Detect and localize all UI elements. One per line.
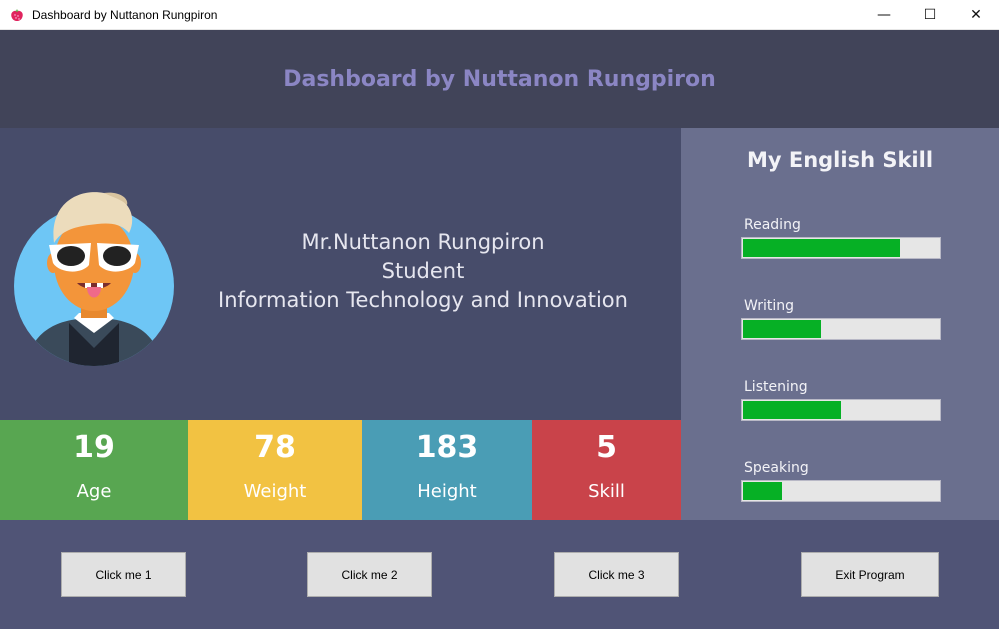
strawberry-icon <box>9 7 25 23</box>
skill-speaking-progress <box>741 480 941 502</box>
skill-writing-progress <box>741 318 941 340</box>
minimize-button[interactable]: — <box>861 0 907 30</box>
profile-panel: Mr.Nuttanon Rungpiron Student Informatio… <box>0 128 681 420</box>
skill-listening-progress <box>741 399 941 421</box>
stat-height-tile: 183 Height <box>362 420 532 520</box>
dashboard-header: Dashboard by Nuttanon Rungpiron <box>0 30 999 128</box>
english-skill-panel: My English Skill Reading Writing Listeni… <box>681 128 999 520</box>
stat-age-label: Age <box>76 481 112 502</box>
skill-reading-label: Reading <box>744 217 801 233</box>
skills-title: My English Skill <box>746 148 934 172</box>
profile-role: Student <box>381 259 465 283</box>
stat-skill-value: 5 <box>596 430 617 465</box>
button-bar: Click me 1 Click me 2 Click me 3 Exit Pr… <box>0 520 999 629</box>
skill-writing-label: Writing <box>744 298 794 314</box>
click-me-1-button[interactable]: Click me 1 <box>61 552 186 597</box>
skill-speaking-fill <box>743 482 783 500</box>
profile-info: Mr.Nuttanon Rungpiron Student Informatio… <box>180 228 666 315</box>
stat-height-value: 183 <box>415 430 479 465</box>
stat-weight-label: Weight <box>243 481 307 502</box>
skill-listening-fill <box>743 401 841 419</box>
window-titlebar: Dashboard by Nuttanon Rungpiron — ☐ ✕ <box>0 0 999 30</box>
skill-listening-label: Listening <box>744 379 808 395</box>
stat-weight-value: 78 <box>254 430 296 465</box>
skill-reading-progress <box>741 237 941 259</box>
close-button[interactable]: ✕ <box>953 0 999 30</box>
stat-skill-tile: 5 Skill <box>532 420 681 520</box>
window-title: Dashboard by Nuttanon Rungpiron <box>32 7 218 22</box>
page-title: Dashboard by Nuttanon Rungpiron <box>283 66 716 92</box>
skill-writing-fill <box>743 320 822 338</box>
profile-program: Information Technology and Innovation <box>218 288 628 312</box>
stat-age-value: 19 <box>73 430 115 465</box>
avatar <box>9 183 179 373</box>
click-me-2-button[interactable]: Click me 2 <box>307 552 432 597</box>
stat-weight-tile: 78 Weight <box>188 420 362 520</box>
stat-height-label: Height <box>417 481 477 502</box>
window-controls: — ☐ ✕ <box>861 0 999 30</box>
stat-skill-label: Skill <box>588 481 625 502</box>
maximize-button[interactable]: ☐ <box>907 0 953 30</box>
click-me-3-button[interactable]: Click me 3 <box>554 552 679 597</box>
skill-speaking-label: Speaking <box>744 460 809 476</box>
exit-program-button[interactable]: Exit Program <box>801 552 939 597</box>
profile-name: Mr.Nuttanon Rungpiron <box>301 230 545 254</box>
stat-age-tile: 19 Age <box>0 420 188 520</box>
skill-reading-fill <box>743 239 900 257</box>
